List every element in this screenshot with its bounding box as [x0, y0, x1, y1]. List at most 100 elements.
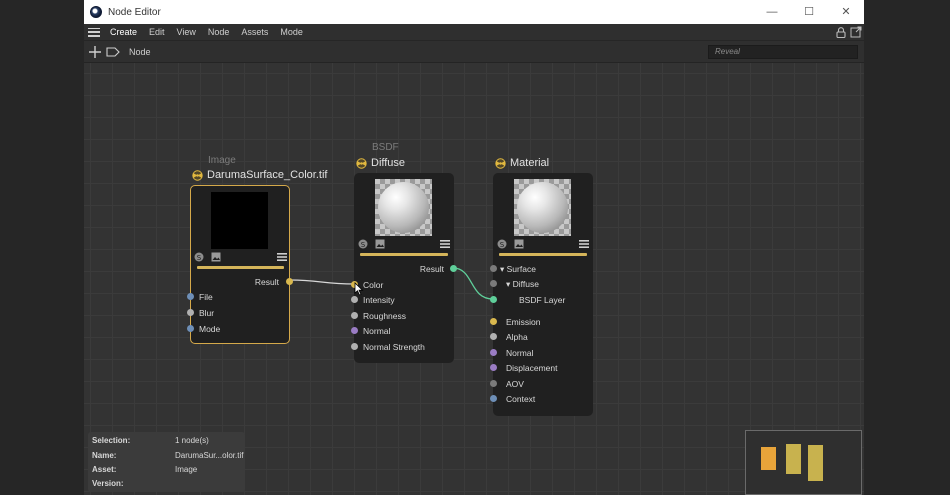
material-input-port-alpha[interactable] — [490, 333, 497, 340]
menu-view[interactable]: View — [177, 27, 196, 37]
image-input-port-file[interactable] — [187, 293, 194, 300]
settings-coin-icon[interactable]: S — [194, 252, 204, 262]
diffuse-input-label-normal-strength: Normal Strength — [363, 342, 425, 352]
image-node-accent-bar — [197, 266, 284, 269]
diffuse-input-port-normal[interactable] — [351, 327, 358, 334]
node-editor-window: Node Editor — ☐ ✕ Create Edit View Node … — [84, 0, 864, 495]
maximize-button[interactable]: ☐ — [801, 4, 817, 20]
diffuse-node-category: BSDF — [372, 142, 399, 153]
diffuse-input-label-color: Color — [363, 280, 384, 290]
svg-text:S: S — [500, 241, 505, 249]
minimap-material-node — [808, 445, 823, 481]
image-output-label: Result — [254, 277, 279, 287]
material-input-port-bsdf-layer[interactable] — [490, 296, 497, 303]
menu-mode[interactable]: Mode — [280, 27, 303, 37]
diffuse-input-port-roughness[interactable] — [351, 312, 358, 319]
image-input-label-blur: Blur — [199, 308, 215, 318]
title-bar: Node Editor — ☐ ✕ — [84, 0, 864, 24]
material-bsdf-layer-label: BSDF Layer — [519, 295, 566, 305]
minimap-image-node — [761, 447, 776, 470]
window-title: Node Editor — [108, 6, 161, 18]
image-node-preview — [211, 192, 268, 249]
image-preview-icon[interactable] — [375, 239, 385, 249]
diffuse-node-title[interactable]: Diffuse — [356, 157, 405, 169]
add-node-icon[interactable] — [88, 45, 102, 59]
material-node-title[interactable]: Material — [495, 157, 549, 169]
lock-icon[interactable] — [836, 27, 846, 38]
material-input-port-surface[interactable] — [490, 265, 497, 272]
settings-coin-icon[interactable]: S — [358, 239, 368, 249]
info-name-label: Name: — [92, 451, 117, 460]
material-input-port-aov[interactable] — [490, 380, 497, 387]
image-node-category: Image — [208, 155, 236, 166]
selection-info-panel: Selection: 1 node(s) Name: DarumaSur...o… — [88, 432, 245, 492]
material-preview — [514, 179, 571, 236]
node-menu-icon[interactable] — [579, 239, 589, 249]
info-asset-label: Asset: — [92, 465, 117, 474]
material-input-port-context[interactable] — [490, 395, 497, 402]
image-node-title[interactable]: DarumaSurface_Color.tif — [192, 169, 327, 181]
material-input-port-normal[interactable] — [490, 349, 497, 356]
image-input-label-mode: Mode — [199, 324, 221, 334]
diffuse-node-accent-bar — [360, 253, 448, 256]
material-input-label-context: Context — [506, 394, 536, 404]
material-surface-label: Surface — [506, 264, 536, 274]
close-button[interactable]: ✕ — [838, 4, 854, 20]
info-version-label: Version: — [92, 479, 124, 488]
tag-icon[interactable] — [106, 47, 120, 57]
menu-assets[interactable]: Assets — [241, 27, 268, 37]
material-input-label-aov: AOV — [506, 379, 524, 389]
material-diffuse-label: Diffuse — [512, 279, 539, 289]
radiation-badge-icon — [192, 169, 203, 181]
image-node-title-text: DarumaSurface_Color.tif — [207, 169, 328, 181]
app-logo-icon — [90, 6, 102, 18]
image-node[interactable]: S Result File Blur Mode — [187, 185, 293, 344]
material-node-title-text: Material — [510, 157, 550, 169]
reveal-search-input[interactable]: Reveal — [708, 45, 858, 59]
diffuse-input-label-normal: Normal — [363, 326, 391, 336]
diffuse-node-title-text: Diffuse — [371, 157, 406, 169]
image-preview-icon[interactable] — [211, 252, 221, 262]
material-input-port-diffuse[interactable] — [490, 280, 497, 287]
image-input-port-blur[interactable] — [187, 309, 194, 316]
svg-text:S: S — [361, 241, 366, 249]
image-input-port-mode[interactable] — [187, 325, 194, 332]
menu-create[interactable]: Create — [110, 27, 137, 37]
toolbar: Node Reveal — [84, 41, 864, 63]
navigator-minimap[interactable] — [745, 430, 862, 495]
node-menu-icon[interactable] — [277, 252, 287, 262]
image-output-port[interactable] — [286, 278, 293, 285]
hamburger-menu-icon[interactable] — [88, 27, 100, 37]
svg-text:S: S — [197, 254, 202, 262]
image-input-label-file: File — [199, 292, 213, 302]
diffuse-input-label-intensity: Intensity — [363, 295, 395, 305]
material-input-label-emission: Emission — [506, 317, 541, 327]
material-surface-expander[interactable]: ▾ Surface — [500, 264, 536, 275]
material-input-port-emission[interactable] — [490, 318, 497, 325]
menu-node[interactable]: Node — [208, 27, 230, 37]
minimap-diffuse-node — [786, 444, 801, 474]
left-backdrop — [0, 0, 84, 495]
minimize-button[interactable]: — — [764, 4, 780, 20]
material-node-accent-bar — [499, 253, 587, 256]
settings-coin-icon[interactable]: S — [497, 239, 507, 249]
diffuse-output-label: Result — [419, 264, 444, 274]
info-selection-value: 1 node(s) — [175, 436, 209, 445]
material-node[interactable]: S ▾ Surface ▾ Diffuse BSDF Layer Emissio… — [490, 173, 593, 416]
image-preview-icon[interactable] — [514, 239, 524, 249]
diffuse-input-port-normal-strength[interactable] — [351, 343, 358, 350]
diffuse-input-port-intensity[interactable] — [351, 296, 358, 303]
menu-edit[interactable]: Edit — [149, 27, 165, 37]
diffuse-output-port[interactable] — [450, 265, 457, 272]
material-input-port-displacement[interactable] — [490, 364, 497, 371]
radiation-badge-icon — [356, 157, 367, 169]
diffuse-node[interactable]: S Result Color Intensity Roughness Norma… — [351, 173, 457, 363]
material-diffuse-expander[interactable]: ▾ Diffuse — [506, 279, 539, 290]
info-selection-label: Selection: — [92, 436, 131, 445]
material-input-label-normal: Normal — [506, 348, 534, 358]
breadcrumb[interactable]: Node — [129, 47, 151, 57]
diffuse-material-preview — [375, 179, 432, 236]
node-menu-icon[interactable] — [440, 239, 450, 249]
info-name-value: DarumaSur...olor.tif — [175, 451, 244, 460]
popout-icon[interactable] — [850, 26, 862, 38]
